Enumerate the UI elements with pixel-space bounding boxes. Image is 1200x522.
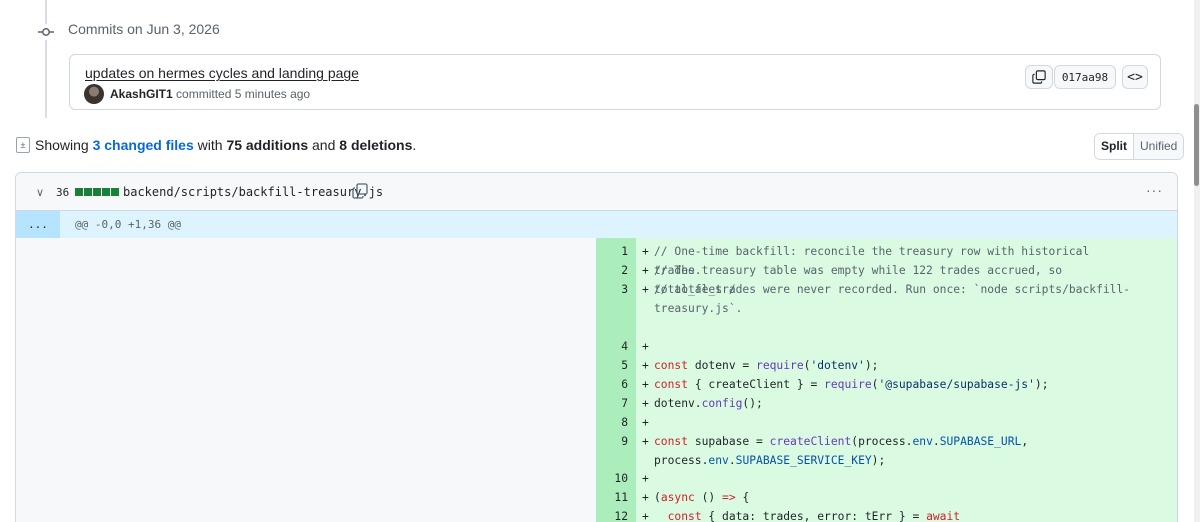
file-change-count: 36 [56,186,70,199]
added-marker: + [642,435,649,448]
copy-path-icon[interactable] [352,183,368,204]
code-text: dotenv.config(); [654,397,763,410]
added-marker: + [642,245,649,258]
commit-sha-button[interactable]: 017aa98 [1054,65,1116,89]
commit-time-text: committed 5 minutes ago [172,87,311,101]
hunk-header-row: ... @@ -0,0 +1,36 @@ [16,211,1177,238]
code-text: const { createClient } = require('@supab… [654,378,1049,391]
expand-hunk-button[interactable]: ... [16,211,60,238]
split-view-button[interactable]: Split [1095,134,1134,159]
added-marker: + [642,283,649,296]
code-text: const supabase = createClient(process.en… [654,435,1035,467]
kebab-menu-icon[interactable]: ··· [1146,182,1163,198]
added-marker: + [642,264,649,277]
added-marker: + [642,416,649,429]
line-number[interactable]: 9 [596,432,628,451]
line-number[interactable]: 7 [596,394,628,413]
code-text: const { data: trades, error: tErr } = aw… [667,510,961,522]
added-marker: + [642,472,649,485]
line-number[interactable]: 10 [596,469,628,488]
added-marker: + [642,510,649,522]
unified-view-button[interactable]: Unified [1134,134,1184,159]
left-empty-pane [16,238,596,522]
scrollbar-thumb[interactable] [1194,104,1199,186]
line-number[interactable]: 2 [596,261,628,280]
line-number[interactable]: 6 [596,375,628,394]
file-diff-icon: ± [16,137,30,153]
line-number[interactable]: 1 [596,242,628,261]
additions-count: 75 additions [226,137,309,153]
file-diff: ∨ 36 backend/scripts/backfill-treasury.j… [15,172,1178,522]
added-marker: + [642,340,649,353]
commit-title-link[interactable]: updates on hermes cycles and landing pag… [85,65,359,81]
added-marker: + [642,378,649,391]
hunk-header: @@ -0,0 +1,36 @@ [75,218,181,231]
copy-sha-button[interactable] [1025,65,1053,89]
author-link[interactable]: AkashGIT1 [110,87,173,101]
added-marker: + [642,397,649,410]
summary-text: with [193,137,227,153]
added-marker: + [642,359,649,372]
file-header: ∨ 36 backend/scripts/backfill-treasury.j… [16,173,1177,211]
summary-text: and [308,137,340,153]
summary-prefix: Showing [35,137,93,153]
deletions-count: 8 deletions [339,137,413,153]
copy-icon [1032,70,1046,84]
line-number[interactable]: 8 [596,413,628,432]
line-number[interactable]: 4 [596,337,628,356]
file-path-link[interactable]: backend/scripts/backfill-treasury.js [123,185,383,199]
line-number[interactable]: 12 [596,507,628,522]
summary-text: . [412,137,417,153]
git-commit-icon [38,24,54,40]
line-number[interactable]: 3 [596,280,628,299]
code-text: const dotenv = require('dotenv'); [654,359,879,372]
page-scrollbar[interactable] [1194,0,1200,522]
commits-date-heading: Commits on Jun 3, 2026 [68,21,220,37]
diff-summary: Showing 3 changed files with 75 addition… [35,137,416,153]
commit-timeline-line [45,0,47,118]
code-text: // total_trades were never recorded. Run… [654,283,1131,315]
changed-files-link[interactable]: 3 changed files [93,137,194,153]
avatar[interactable] [84,84,104,104]
browse-files-button[interactable]: <> [1122,65,1148,89]
line-number[interactable]: 5 [596,356,628,375]
added-marker: + [642,491,649,504]
commit-card: updates on hermes cycles and landing pag… [69,54,1161,110]
commit-author-line: AkashGIT1 committed 5 minutes ago [110,87,310,101]
code-text: (async () => { [654,491,750,504]
chevron-down-icon[interactable]: ∨ [36,186,44,199]
diff-view-toggle: Split Unified [1094,133,1185,160]
line-number[interactable]: 11 [596,488,628,507]
diffstat-bar [75,188,119,196]
